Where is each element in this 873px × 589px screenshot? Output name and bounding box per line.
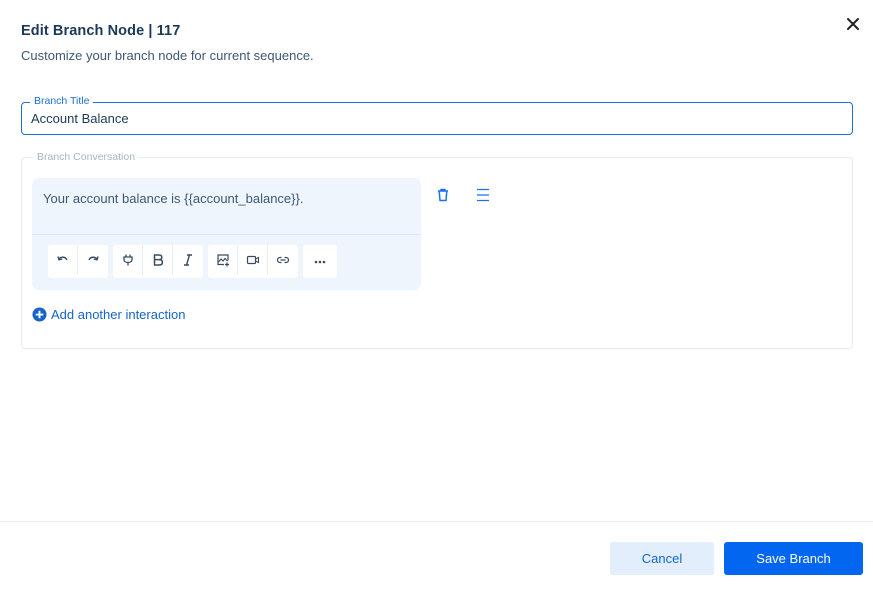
editor-toolbar	[48, 245, 337, 278]
undo-button[interactable]	[48, 245, 78, 275]
branch-title-field[interactable]: Branch Title	[21, 95, 853, 135]
insert-link-button[interactable]	[268, 245, 298, 275]
format-group	[113, 245, 203, 278]
plugin-button[interactable]	[113, 245, 143, 275]
add-interaction-label: Add another interaction	[51, 307, 186, 322]
italic-icon	[184, 254, 192, 266]
branch-title-label: Branch Title	[30, 95, 94, 107]
bold-icon	[153, 254, 163, 266]
undo-icon	[56, 256, 68, 261]
branch-conversation-section: Branch Conversation Your account balance…	[21, 151, 853, 349]
branch-title-input[interactable]	[31, 111, 831, 126]
footer-divider	[0, 521, 873, 522]
interaction-text[interactable]: Your account balance is {{account_balanc…	[43, 191, 303, 206]
media-group	[208, 245, 298, 278]
cancel-button[interactable]: Cancel	[610, 542, 714, 575]
bold-button[interactable]	[143, 245, 173, 275]
add-interaction-link[interactable]: Add another interaction	[32, 307, 185, 322]
more-icon	[314, 260, 326, 263]
close-button[interactable]	[845, 16, 861, 32]
plug-icon	[122, 254, 133, 266]
history-group	[48, 245, 108, 278]
trash-icon	[438, 188, 448, 202]
delete-interaction-button[interactable]	[435, 187, 451, 203]
redo-button[interactable]	[78, 245, 108, 275]
redo-icon	[88, 256, 99, 261]
plus-circle-icon	[32, 307, 47, 322]
insert-video-button[interactable]	[238, 245, 268, 275]
italic-button[interactable]	[173, 245, 203, 275]
close-icon	[847, 18, 859, 30]
menu-icon	[477, 188, 489, 202]
more-group	[303, 245, 337, 278]
branch-conversation-label: Branch Conversation	[33, 151, 140, 163]
drag-handle[interactable]	[475, 187, 491, 203]
insert-image-button[interactable]	[208, 245, 238, 275]
divider	[32, 234, 421, 235]
page-subtitle: Customize your branch node for current s…	[21, 48, 314, 63]
interaction-editor[interactable]: Your account balance is {{account_balanc…	[32, 178, 421, 290]
save-branch-button[interactable]: Save Branch	[724, 542, 863, 575]
page-title: Edit Branch Node | 117	[21, 23, 181, 39]
link-icon	[276, 256, 290, 264]
video-icon	[246, 255, 259, 265]
more-button[interactable]	[303, 245, 337, 278]
image-icon	[216, 254, 229, 267]
